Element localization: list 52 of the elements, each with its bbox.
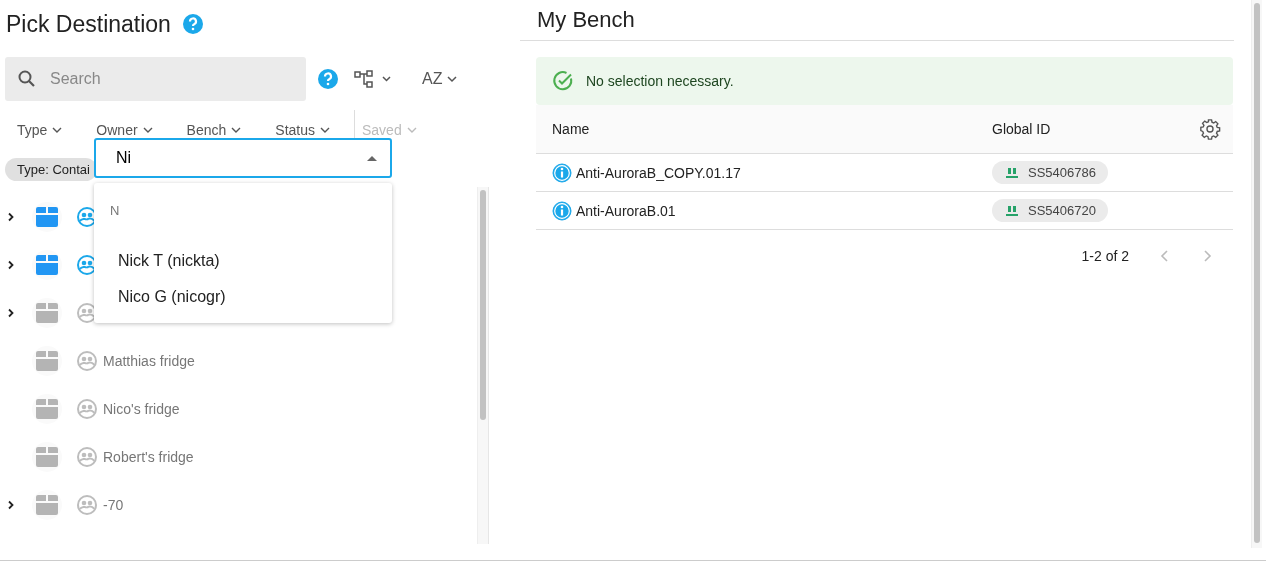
location-name[interactable]: -70 bbox=[103, 497, 124, 513]
filter-dropdown[interactable]: Type bbox=[17, 122, 64, 138]
chevron-down-icon bbox=[446, 73, 459, 85]
column-header: Name bbox=[551, 121, 591, 137]
table-cell: Anti-AuroraB_COPY.01.17 bbox=[576, 164, 741, 181]
chevron-right-icon[interactable] bbox=[6, 308, 16, 318]
group-heading: N bbox=[109, 203, 121, 220]
scrollbar[interactable] bbox=[477, 187, 488, 544]
tubes-icon bbox=[1006, 205, 1018, 216]
location-name[interactable]: Matthias fridge bbox=[103, 353, 195, 369]
sort-button[interactable]: AZ bbox=[422, 70, 459, 88]
global-id-chip[interactable]: SS5406786 bbox=[992, 161, 1108, 184]
filter-dropdown[interactable]: Owner bbox=[96, 122, 154, 138]
menu-option[interactable]: Nico G (nicogr) bbox=[94, 279, 392, 315]
group-icon bbox=[77, 207, 97, 227]
global-id-chip[interactable]: SS5406720 bbox=[992, 199, 1108, 222]
location-name[interactable]: Robert's fridge bbox=[103, 449, 194, 465]
info-icon[interactable] bbox=[552, 162, 572, 183]
search-field[interactable]: Search bbox=[5, 57, 306, 101]
pagination-label: 1-2 of 2 bbox=[1081, 248, 1129, 264]
group-icon bbox=[77, 351, 97, 371]
alert-message: No selection necessary. bbox=[586, 73, 734, 89]
chevron-right-icon[interactable] bbox=[6, 500, 16, 510]
hierarchy-view-button[interactable] bbox=[354, 69, 392, 89]
group-icon bbox=[77, 303, 97, 323]
menu-option[interactable]: Nick T (nickta) bbox=[94, 243, 392, 279]
settings-icon[interactable] bbox=[1199, 118, 1221, 140]
chevron-right-icon[interactable] bbox=[6, 212, 16, 222]
group-icon bbox=[77, 447, 97, 467]
help-icon[interactable] bbox=[182, 14, 203, 34]
group-icon bbox=[77, 495, 97, 515]
scrollbar[interactable] bbox=[1251, 0, 1262, 548]
tubes-icon bbox=[1006, 167, 1018, 178]
panel-title: My Bench bbox=[537, 7, 635, 33]
column-header: Global ID bbox=[992, 121, 1052, 137]
check-circle-icon bbox=[552, 70, 574, 92]
filter-dropdown[interactable]: Bench bbox=[186, 122, 243, 138]
chevron-right-icon[interactable] bbox=[6, 260, 16, 270]
group-icon bbox=[77, 399, 97, 419]
caret-up-icon[interactable] bbox=[366, 154, 378, 162]
table-cell: Anti-AuroraB.01 bbox=[576, 202, 676, 219]
info-icon[interactable] bbox=[552, 200, 572, 221]
page-title: Pick Destination bbox=[6, 10, 171, 38]
filter-dropdown[interactable]: Status bbox=[275, 122, 331, 138]
next-page-icon[interactable] bbox=[1201, 249, 1213, 263]
help-icon[interactable] bbox=[318, 69, 338, 89]
search-icon bbox=[17, 69, 37, 89]
group-icon bbox=[77, 255, 97, 275]
owner-search-field[interactable]: Ni bbox=[94, 138, 392, 178]
filter-chip[interactable]: Type: Contai bbox=[5, 157, 97, 181]
previous-page-icon[interactable] bbox=[1159, 249, 1171, 263]
location-name[interactable]: Nico's fridge bbox=[103, 401, 180, 417]
